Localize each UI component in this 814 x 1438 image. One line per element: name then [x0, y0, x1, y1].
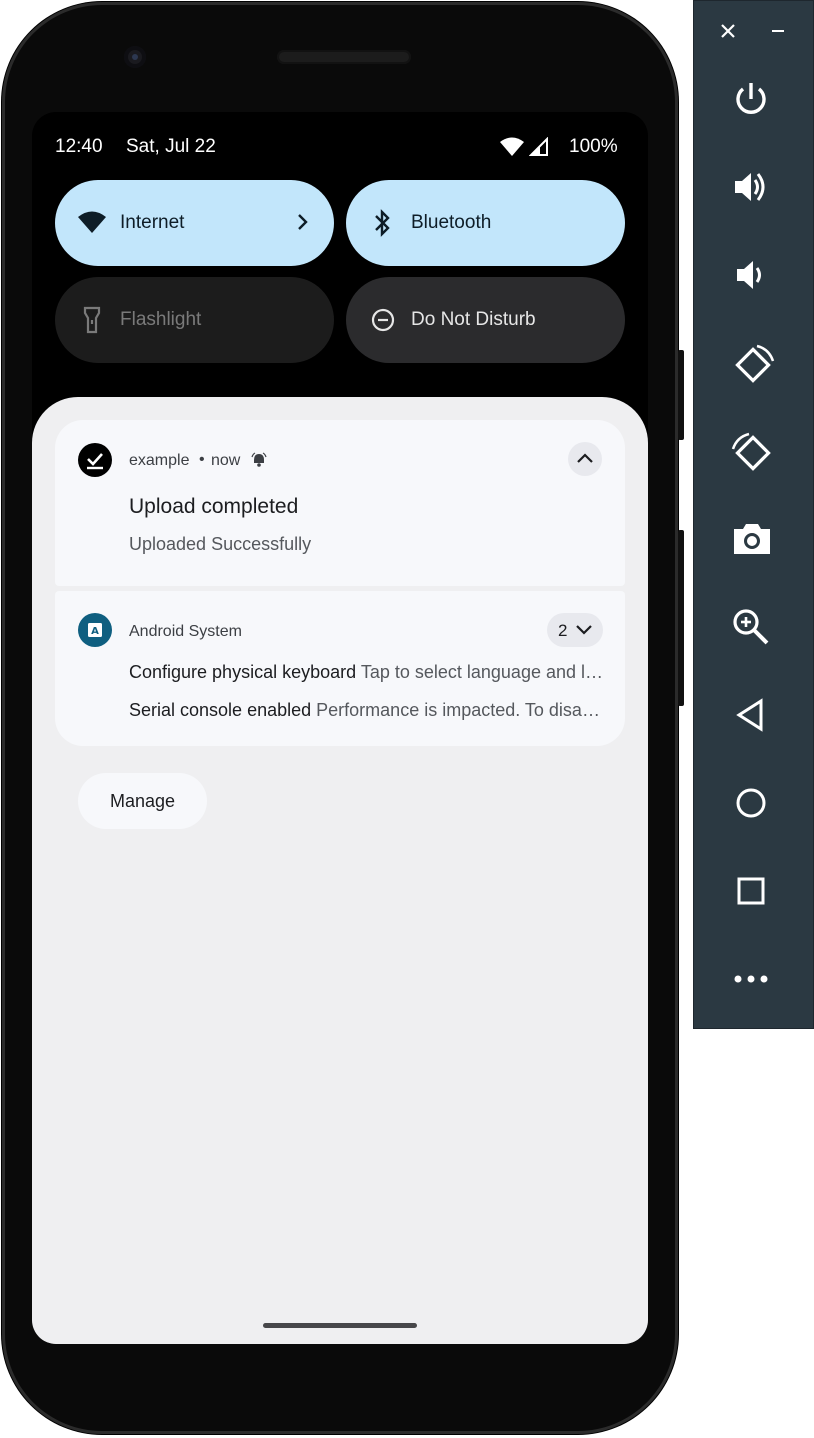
notification-row-serial-console[interactable]: Serial console enabled Performance is im…: [129, 700, 603, 721]
tile-bluetooth-label: Bluetooth: [411, 212, 492, 233]
zoom-icon: [733, 609, 769, 645]
tile-flashlight[interactable]: Flashlight: [55, 277, 334, 363]
alert-bell-icon: [251, 452, 267, 467]
bluetooth-icon: [375, 209, 390, 237]
wifi-icon: [78, 211, 106, 233]
notification-row-keyboard[interactable]: Configure physical keyboard Tap to selec…: [129, 662, 603, 683]
chevron-up-icon: [577, 453, 593, 463]
minimize-icon: [772, 30, 784, 32]
status-time: 12:40: [55, 136, 103, 157]
phone-screen: 12:40 Sat, Jul 22 100% Internet Bluetoot…: [32, 112, 648, 1344]
volume-down-icon: [737, 261, 761, 289]
overview-button[interactable]: [694, 859, 813, 919]
row-text: Performance is impacted. To disable, che…: [316, 700, 603, 720]
screenshot-button[interactable]: [694, 507, 813, 567]
download-done-icon: [78, 443, 112, 477]
row-text: Tap to select language and layout: [360, 662, 603, 682]
row-title: Configure physical keyboard: [129, 662, 357, 682]
svg-text:A: A: [91, 626, 99, 637]
tile-flashlight-label: Flashlight: [120, 309, 202, 330]
close-button[interactable]: [714, 17, 742, 45]
rotate-right-icon: [731, 432, 771, 471]
power-button[interactable]: [694, 67, 813, 127]
zoom-button[interactable]: [694, 595, 813, 655]
status-date: Sat, Jul 22: [126, 136, 216, 157]
notification-upload[interactable]: example • now Upload completed Uploaded …: [55, 420, 625, 586]
volume-side-button: [678, 530, 684, 706]
emulator-toolbar: [693, 0, 814, 1029]
android-system-icon: A: [78, 613, 112, 647]
separator-dot: •: [199, 451, 205, 468]
wifi-status-icon: [500, 137, 524, 156]
notification-app-name: example: [129, 452, 190, 469]
more-button[interactable]: [694, 947, 813, 1007]
notification-app-name: Android System: [129, 623, 242, 640]
tile-internet[interactable]: Internet: [55, 180, 334, 266]
notification-title: Upload completed: [129, 495, 299, 518]
row-title: Serial console enabled: [129, 700, 312, 720]
collapse-button[interactable]: [568, 442, 602, 476]
manage-button[interactable]: Manage: [78, 773, 207, 829]
flashlight-icon: [83, 306, 101, 334]
back-icon: [736, 698, 763, 732]
rotate-left-button[interactable]: [694, 331, 813, 391]
tile-dnd-label: Do Not Disturb: [411, 309, 536, 330]
minimize-button[interactable]: [764, 17, 792, 45]
overview-icon: [737, 877, 765, 905]
status-bar: 12:40 Sat, Jul 22 100%: [32, 134, 648, 160]
notification-android-system[interactable]: A Android System 2 Configure physical ke…: [55, 591, 625, 746]
tile-do-not-disturb[interactable]: Do Not Disturb: [346, 277, 625, 363]
signal-status-icon: [528, 136, 549, 156]
camera-icon: [734, 524, 770, 554]
chevron-right-icon: [298, 214, 308, 230]
tile-bluetooth[interactable]: Bluetooth: [346, 180, 625, 266]
notification-time: now: [211, 452, 241, 469]
notification-shade: example • now Upload completed Uploaded …: [32, 397, 648, 1344]
close-icon: [721, 24, 735, 38]
tile-internet-label: Internet: [120, 212, 185, 233]
battery-percentage: 100%: [569, 136, 618, 157]
volume-up-icon: [735, 173, 765, 201]
status-icons: [500, 136, 549, 163]
power-icon: [736, 83, 766, 114]
do-not-disturb-icon: [371, 308, 395, 332]
more-icon: [734, 975, 768, 983]
home-button[interactable]: [694, 771, 813, 831]
notification-count: 2: [558, 621, 568, 640]
notification-text: Uploaded Successfully: [129, 534, 312, 554]
gesture-home-bar[interactable]: [263, 1323, 417, 1328]
expand-button[interactable]: 2: [547, 613, 603, 647]
earpiece-speaker: [277, 50, 411, 64]
volume-down-button[interactable]: [694, 243, 813, 303]
chevron-down-icon: [576, 625, 592, 635]
rotate-left-icon: [735, 344, 775, 383]
power-side-button: [678, 350, 684, 440]
front-camera: [124, 46, 146, 68]
rotate-right-button[interactable]: [694, 419, 813, 479]
home-icon: [736, 788, 766, 818]
back-button[interactable]: [694, 683, 813, 743]
volume-up-button[interactable]: [694, 155, 813, 215]
